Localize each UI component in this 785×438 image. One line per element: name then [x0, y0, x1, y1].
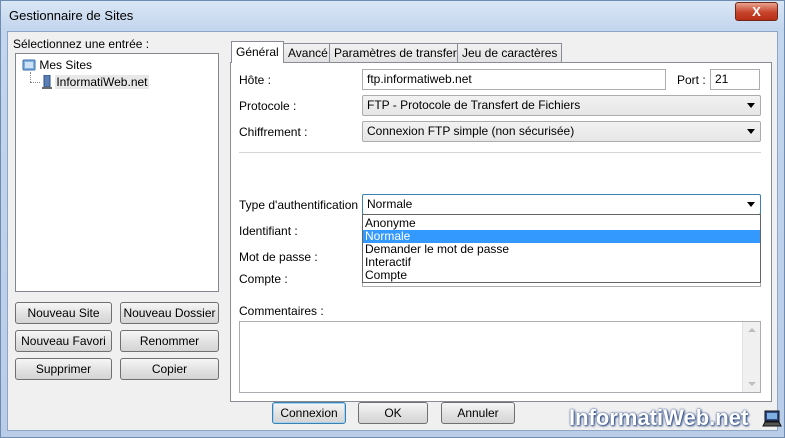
- auth-type-dropdown[interactable]: Anonyme Normale Demander le mot de passe…: [362, 214, 761, 283]
- auth-type-value: Normale: [367, 197, 413, 211]
- auth-option-ask-password[interactable]: Demander le mot de passe: [363, 243, 760, 256]
- tab-general[interactable]: Général: [231, 41, 284, 63]
- auth-type-select[interactable]: Normale: [362, 194, 761, 215]
- copy-button[interactable]: Copier: [120, 358, 219, 380]
- auth-option-anonyme[interactable]: Anonyme: [363, 217, 760, 230]
- laptop-icon: [762, 409, 782, 432]
- tab-transfer-settings[interactable]: Paramètres de transfert: [329, 43, 466, 62]
- window-title: Gestionnaire de Sites: [9, 8, 134, 23]
- rename-button[interactable]: Renommer: [120, 330, 219, 352]
- host-input[interactable]: ftp.informatiweb.net: [362, 69, 666, 90]
- tree-item-label: InformatiWeb.net: [55, 75, 149, 89]
- auth-option-interactive[interactable]: Interactif: [363, 256, 760, 269]
- port-label: Port :: [677, 73, 706, 87]
- delete-button[interactable]: Supprimer: [15, 358, 112, 380]
- scroll-down-icon[interactable]: [748, 382, 756, 386]
- chevron-down-icon: [747, 103, 755, 108]
- divider: [239, 152, 761, 153]
- tree-item-mes-sites[interactable]: Mes Sites: [22, 58, 92, 72]
- tree-item-label: Mes Sites: [39, 58, 93, 72]
- tree-item-informatiweb[interactable]: InformatiWeb.net: [42, 74, 149, 89]
- comments-scrollbar[interactable]: [742, 322, 760, 392]
- dialog-client-area: Sélectionnez une entrée : Mes Sites Info…: [7, 31, 778, 431]
- account-label: Compte :: [239, 272, 288, 286]
- protocol-label: Protocole :: [239, 99, 297, 113]
- comments-label: Commentaires :: [239, 304, 324, 318]
- comments-textarea[interactable]: [239, 321, 761, 393]
- tree-connector: [30, 72, 31, 82]
- port-input[interactable]: 21: [710, 69, 760, 90]
- new-folder-button[interactable]: Nouveau Dossier: [120, 302, 219, 324]
- cancel-button[interactable]: Annuler: [441, 402, 515, 424]
- protocol-select[interactable]: FTP - Protocole de Transfert de Fichiers: [362, 95, 761, 116]
- user-label: Identifiant :: [239, 224, 298, 238]
- select-entry-label: Sélectionnez une entrée :: [13, 37, 150, 51]
- protocol-value: FTP - Protocole de Transfert de Fichiers: [367, 98, 581, 112]
- server-icon: [42, 74, 55, 89]
- chevron-down-icon: [747, 129, 755, 134]
- encryption-value: Connexion FTP simple (non sécurisée): [367, 124, 575, 138]
- ok-button[interactable]: OK: [358, 402, 428, 424]
- general-panel: Hôte : ftp.informatiweb.net Port : 21 Pr…: [230, 62, 772, 402]
- new-favorite-button[interactable]: Nouveau Favori: [15, 330, 112, 352]
- auth-option-account[interactable]: Compte: [363, 269, 760, 282]
- tree-connector: [30, 82, 40, 83]
- new-site-button[interactable]: Nouveau Site: [15, 302, 112, 324]
- password-label: Mot de passe :: [239, 250, 318, 264]
- tab-charset[interactable]: Jeu de caractères: [457, 43, 563, 62]
- tab-advanced[interactable]: Avancé: [283, 43, 333, 62]
- chevron-down-icon: [747, 202, 755, 207]
- title-bar[interactable]: Gestionnaire de Sites X: [1, 1, 784, 31]
- host-label: Hôte :: [239, 73, 272, 87]
- folder-icon: [22, 58, 39, 72]
- connect-button[interactable]: Connexion: [272, 402, 346, 424]
- scroll-up-icon[interactable]: [748, 328, 756, 332]
- watermark-logo: InformatiWeb.net: [569, 405, 749, 430]
- auth-type-label: Type d'authentification :: [239, 198, 365, 212]
- encryption-select[interactable]: Connexion FTP simple (non sécurisée): [362, 121, 761, 142]
- site-tree[interactable]: Mes Sites InformatiWeb.net: [15, 53, 219, 292]
- close-button[interactable]: X: [735, 2, 778, 21]
- site-manager-window: Gestionnaire de Sites X Sélectionnez une…: [0, 0, 785, 438]
- encryption-label: Chiffrement :: [239, 125, 308, 139]
